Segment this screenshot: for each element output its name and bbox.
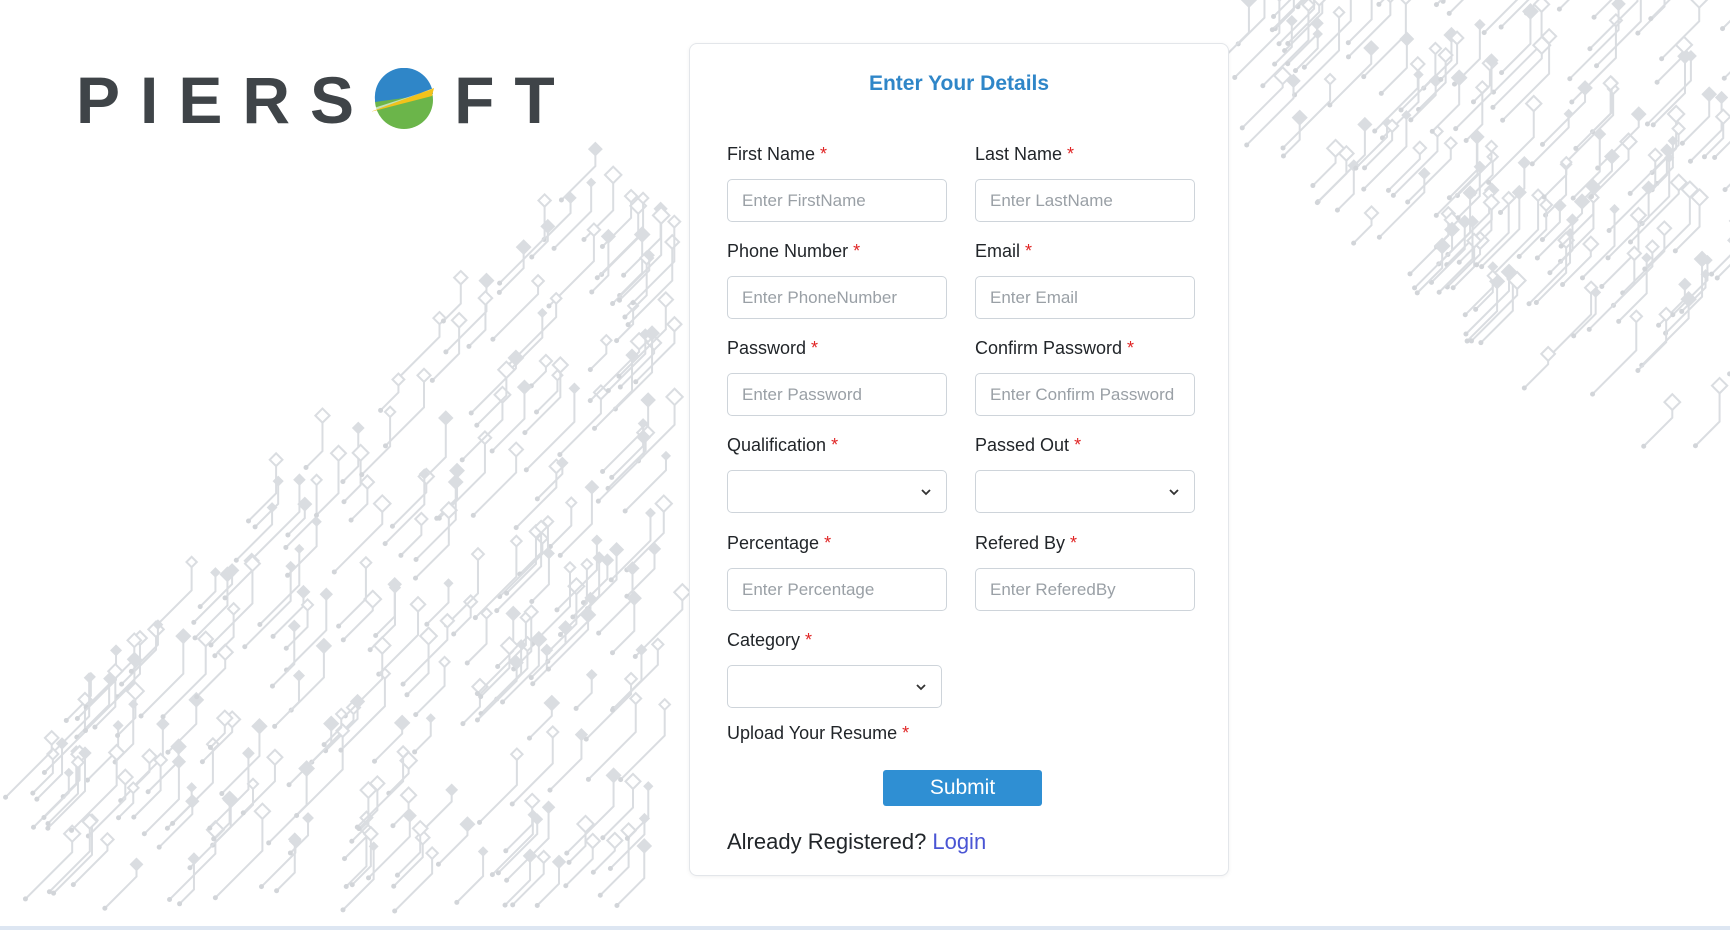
required-marker: * <box>805 630 813 650</box>
email-input[interactable] <box>975 276 1195 319</box>
form-title: Enter Your Details <box>868 72 1050 95</box>
required-marker: * <box>831 435 839 455</box>
globe-icon <box>372 68 435 129</box>
confirm-password-input[interactable] <box>975 373 1195 416</box>
phone-number-input[interactable] <box>727 276 947 319</box>
password-input[interactable] <box>727 373 947 416</box>
qualification-group: Qualification * <box>727 432 947 513</box>
registration-card: Enter Your Details First Name* Last Name… <box>689 43 1229 876</box>
required-marker: * <box>1025 241 1033 261</box>
required-marker: * <box>853 241 861 261</box>
percentage-input[interactable] <box>727 568 947 611</box>
refered-by-input[interactable] <box>975 568 1195 611</box>
resume-upload-group: Upload Your Resume * <box>727 720 1027 746</box>
percentage-label: Percentage * <box>727 533 832 553</box>
required-marker: * <box>1074 435 1082 455</box>
passed-out-label: Passed Out * <box>975 435 1082 455</box>
category-group: Category * <box>727 627 947 708</box>
phone-number-group: Phone Number * <box>727 238 947 319</box>
passed-out-group: Passed Out * <box>975 432 1195 513</box>
last-name-group: Last Name * <box>975 141 1195 222</box>
qualification-label: Qualification * <box>727 435 839 455</box>
login-prompt: Already Registered? Login <box>727 829 986 855</box>
already-registered-text: Already Registered? <box>727 829 927 854</box>
logo-text-right: FT <box>454 63 575 137</box>
last-name-label: Last Name * <box>975 144 1075 164</box>
resume-upload-label: Upload Your Resume * <box>727 723 910 743</box>
first-name-input[interactable] <box>727 179 947 222</box>
required-marker: * <box>1070 533 1078 553</box>
required-marker: * <box>811 338 819 358</box>
required-marker: * <box>824 533 832 553</box>
refered-by-group: Refered By * <box>975 530 1195 611</box>
logo-text-left: PIERS <box>76 63 375 137</box>
chevron-down-icon <box>921 489 931 496</box>
percentage-group: Percentage * <box>727 530 947 611</box>
login-link[interactable]: Login <box>932 829 986 854</box>
submit-button[interactable]: Submit <box>883 770 1042 806</box>
first-name-label: First Name * <box>727 144 828 164</box>
password-group: Password * <box>727 335 947 416</box>
required-marker: * <box>1127 338 1135 358</box>
passed-out-select[interactable] <box>975 470 1195 513</box>
refered-by-label: Refered By * <box>975 533 1078 553</box>
phone-number-label: Phone Number * <box>727 241 861 261</box>
bottom-divider <box>0 926 1730 930</box>
confirm-password-label: Confirm Password * <box>975 338 1135 358</box>
required-marker: * <box>1067 144 1075 164</box>
piersoft-logo: PIERS FT <box>76 62 575 138</box>
category-select[interactable] <box>727 665 942 708</box>
chevron-down-icon <box>916 684 926 691</box>
email-group: Email * <box>975 238 1195 319</box>
required-marker: * <box>902 723 910 743</box>
confirm-password-group: Confirm Password * <box>975 335 1195 416</box>
password-label: Password * <box>727 338 819 358</box>
required-marker: * <box>820 144 828 164</box>
qualification-select[interactable] <box>727 470 947 513</box>
last-name-input[interactable] <box>975 179 1195 222</box>
category-label: Category * <box>727 630 813 650</box>
email-label: Email * <box>975 241 1033 261</box>
first-name-group: First Name * <box>727 141 947 222</box>
chevron-down-icon <box>1169 489 1179 496</box>
